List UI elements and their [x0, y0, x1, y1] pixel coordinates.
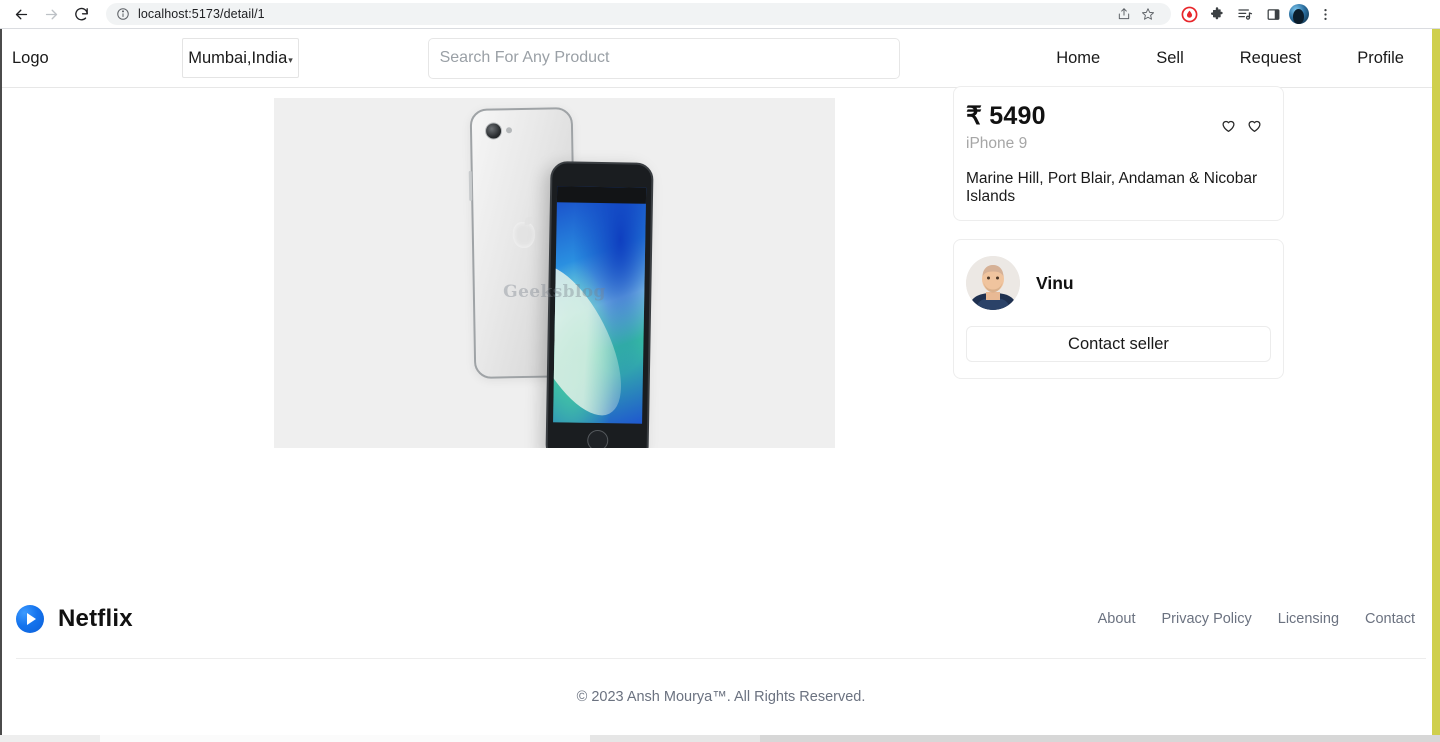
price-row: ₹ 5490 iPhone 9	[966, 103, 1271, 153]
phone-front-view	[545, 161, 654, 448]
phone-home-button	[586, 429, 608, 448]
taskbar-search-segment[interactable]	[100, 735, 590, 742]
footer-links: About Privacy Policy Licensing Contact	[1085, 611, 1428, 627]
footer-link-about[interactable]: About	[1085, 611, 1149, 627]
heart-outline-icon-favorite[interactable]	[1220, 117, 1237, 134]
browser-profile-avatar[interactable]	[1289, 4, 1309, 24]
site-footer: Netflix About Privacy Policy Licensing C…	[2, 580, 1440, 735]
location-selector-label: Mumbai,India	[188, 48, 288, 67]
phone-status-bar	[556, 186, 647, 204]
address-bar-actions	[1113, 3, 1161, 25]
reading-list-icon[interactable]	[1233, 2, 1257, 26]
screenshot-root: localhost:5173/detail/1 Logo Mumbai,Indi…	[0, 0, 1440, 742]
location-selector[interactable]: Mumbai,India ▾	[182, 38, 299, 78]
side-panel-icon[interactable]	[1261, 2, 1285, 26]
search-container	[299, 37, 1028, 79]
product-summary-card: ₹ 5490 iPhone 9 Marine Hill, Port Blair,…	[953, 86, 1284, 222]
seller-avatar	[966, 256, 1020, 311]
browser-nav-buttons	[0, 1, 96, 27]
favorite-actions	[1220, 103, 1271, 134]
site-logo[interactable]: Logo	[12, 49, 182, 68]
product-image[interactable]: Geeksblog	[274, 98, 835, 448]
price-block: ₹ 5490 iPhone 9	[966, 103, 1046, 153]
footer-link-licensing[interactable]: Licensing	[1265, 611, 1352, 627]
site-header: Logo Mumbai,India ▾ Home Sell Request Pr…	[2, 29, 1440, 88]
back-arrow-icon[interactable]	[6, 1, 36, 27]
window-edge-strip	[1432, 29, 1440, 735]
nav-item-home[interactable]: Home	[1028, 49, 1128, 68]
taskbar-start-segment[interactable]	[0, 735, 100, 742]
product-side-panel: ₹ 5490 iPhone 9 Marine Hill, Port Blair,…	[953, 86, 1284, 380]
chevron-down-icon: ▾	[288, 54, 293, 65]
footer-brand[interactable]: Netflix	[16, 605, 133, 633]
product-location: Marine Hill, Port Blair, Andaman & Nicob…	[966, 170, 1258, 206]
play-circle-icon	[16, 605, 44, 633]
image-watermark: Geeksblog	[503, 282, 606, 303]
nav-item-sell[interactable]: Sell	[1128, 49, 1212, 68]
three-dot-menu-icon[interactable]	[1313, 2, 1337, 26]
address-bar-url: localhost:5173/detail/1	[138, 7, 265, 21]
reload-icon[interactable]	[66, 1, 96, 27]
nav-item-request[interactable]: Request	[1212, 49, 1329, 68]
seller-name: Vinu	[1036, 272, 1074, 293]
browser-extension-icons	[1171, 2, 1345, 26]
extensions-puzzle-icon[interactable]	[1205, 2, 1229, 26]
contact-seller-button[interactable]: Contact seller	[966, 326, 1271, 363]
footer-link-contact[interactable]: Contact	[1352, 611, 1428, 627]
phone-side-button	[468, 170, 473, 201]
address-bar[interactable]: localhost:5173/detail/1	[106, 3, 1171, 25]
footer-brand-name: Netflix	[58, 605, 133, 632]
product-detail-main: Geeksblog ₹ 5490 iPhone 9 Marine Hill, P…	[2, 86, 1440, 560]
seller-row: Vinu	[966, 256, 1271, 311]
heart-outline-icon-wishlist[interactable]	[1246, 117, 1263, 134]
phone-screen	[553, 186, 647, 424]
main-nav: Home Sell Request Profile	[1028, 49, 1432, 68]
share-icon[interactable]	[1113, 3, 1135, 25]
taskbar-apps-segment[interactable]	[590, 735, 760, 742]
nav-item-profile[interactable]: Profile	[1329, 49, 1432, 68]
search-input[interactable]	[427, 37, 900, 79]
product-price: ₹ 5490	[966, 102, 1046, 130]
os-taskbar	[0, 735, 1440, 742]
seller-card: Vinu Contact seller	[953, 239, 1284, 380]
bookmark-star-icon[interactable]	[1137, 3, 1159, 25]
footer-link-privacy-policy[interactable]: Privacy Policy	[1149, 611, 1265, 627]
product-title: iPhone 9	[966, 135, 1028, 153]
web-page: Logo Mumbai,India ▾ Home Sell Request Pr…	[0, 29, 1440, 735]
adblock-shield-icon[interactable]	[1177, 2, 1201, 26]
site-info-icon[interactable]	[116, 7, 130, 21]
apple-logo-icon	[512, 221, 535, 249]
footer-top-row: Netflix About Privacy Policy Licensing C…	[2, 580, 1440, 658]
phone-power-button	[650, 249, 654, 278]
phone-flash-icon	[505, 127, 513, 134]
phone-camera-icon	[484, 122, 503, 140]
footer-copyright: © 2023 Ansh Mourya™. All Rights Reserved…	[576, 689, 866, 705]
browser-toolbar: localhost:5173/detail/1	[0, 0, 1440, 29]
forward-arrow-icon[interactable]	[36, 1, 66, 27]
